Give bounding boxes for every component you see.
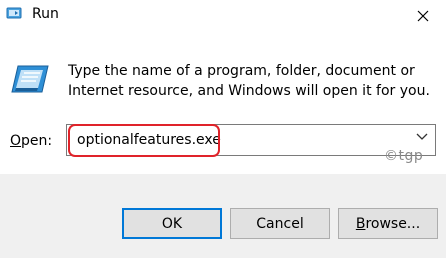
open-input[interactable] (77, 129, 397, 151)
browse-label-rest: rowse... (365, 215, 421, 232)
open-label-accel: O (10, 133, 22, 149)
dialog-body: Type the name of a program, folder, docu… (0, 32, 446, 174)
browse-accel: B (355, 215, 366, 232)
instruction-text: Type the name of a program, folder, docu… (68, 63, 430, 99)
cancel-button[interactable]: Cancel (230, 208, 330, 239)
run-program-icon (11, 65, 49, 93)
watermark: ©tgp (384, 148, 424, 164)
button-bar: OK Cancel Browse... (0, 174, 446, 258)
open-label-rest: pen: (21, 133, 53, 149)
chevron-down-icon[interactable] (415, 132, 429, 142)
ok-button[interactable]: OK (122, 208, 222, 239)
open-combobox[interactable] (66, 124, 436, 156)
open-label: Open: (10, 132, 52, 150)
browse-button[interactable]: Browse... (338, 208, 438, 239)
run-app-icon (6, 7, 22, 19)
title-bar: Run (0, 0, 446, 32)
close-button[interactable] (400, 0, 446, 32)
window-title: Run (32, 6, 59, 22)
close-icon (417, 10, 429, 22)
